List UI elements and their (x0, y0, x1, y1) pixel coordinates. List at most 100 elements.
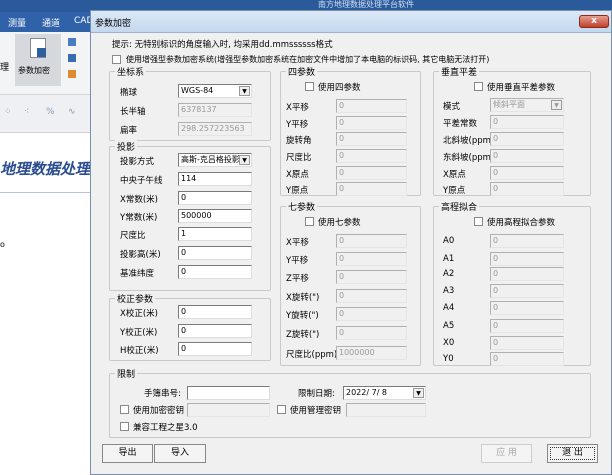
field-label: 椭球 (120, 88, 138, 98)
height-enable-checkbox[interactable] (474, 217, 483, 226)
field-value: 0 (339, 254, 345, 263)
serial-input[interactable] (187, 386, 270, 400)
chevron-down-icon[interactable]: ▼ (239, 155, 250, 165)
field-label: X0 (443, 338, 455, 348)
field-input: 0 (336, 166, 407, 180)
side-mark: o (0, 240, 5, 249)
field-input[interactable]: 0 (178, 324, 252, 338)
field-input: 0 (336, 326, 407, 340)
field-value: 0 (339, 134, 345, 143)
group-vert: 垂直平差 使用垂直平差参数 模式 倾斜平面 ▼ 平差常数 0 北斜坡(ppm) 0 东斜坡(ppm… (433, 65, 591, 196)
field-value: 0 (339, 151, 345, 160)
group-four: 四参数 使用四参数 X平移 0 Y平移 0 旋转角 0 尺度比 0 X原点 0 Y原点 0 (280, 65, 421, 196)
percent-tool-icon[interactable]: % (46, 107, 55, 117)
limit-date-picker[interactable]: 2022/ 7/ 8 ▼ (343, 386, 426, 400)
field-input: 0 (490, 132, 564, 146)
field-input: 0 (490, 301, 564, 315)
height-enable-label: 使用高程拟合参数 (487, 218, 556, 228)
field-value: 298.257223563 (181, 124, 245, 133)
field-label: Z旋转(") (286, 330, 320, 340)
field-select[interactable]: 高斯-克吕格投影 ▼ (178, 153, 252, 167)
admin-key-label: 使用管理密钥 (290, 406, 342, 416)
field-value: 0 (493, 354, 499, 363)
seven-enable-checkbox[interactable] (305, 217, 314, 226)
field-value: 0 (493, 151, 499, 160)
field-input: 0 (336, 270, 407, 284)
field-value: 0 (339, 309, 345, 318)
field-label: X旋转(") (286, 293, 320, 303)
field-value: 0 (493, 254, 499, 263)
field-input[interactable]: 500000 (178, 209, 252, 223)
group-title: 四参数 (286, 65, 318, 78)
field-label: 投影方式 (120, 157, 155, 167)
param-encrypt-ribbon-button[interactable]: 参数加密 (15, 34, 61, 86)
apply-button[interactable]: 应 用 (481, 444, 532, 463)
field-value: 0 (493, 303, 499, 312)
field-label: 基准纬度 (120, 269, 155, 279)
enhanced-encrypt-label: 使用增强型参数加密系统(增强型参数加密系统在加密文件中增加了本电脑的标识码, 其… (126, 55, 490, 64)
field-label: 北斜坡(ppm) (443, 136, 495, 146)
chevron-down-icon[interactable]: ▼ (239, 86, 250, 96)
chevron-down-icon[interactable]: ▼ (413, 388, 424, 398)
tab-channel[interactable]: 通道 (42, 16, 60, 29)
field-input[interactable]: 0 (178, 342, 252, 356)
group-limit: 限制 手簿串号: 限制日期: 2022/ 7/ 8 ▼ 使用加密密钥 使用管理密钥… (109, 367, 591, 438)
field-label: X常数(米) (120, 195, 158, 205)
dialog-title-bar[interactable]: 参数加密 x (91, 11, 611, 33)
compat-label: 兼容工程之星3.0 (133, 423, 198, 433)
limit-date-label: 限制日期: (298, 389, 335, 399)
field-select[interactable]: WGS-84 ▼ (178, 84, 252, 98)
field-value: 0 (181, 326, 187, 335)
field-label: 长半轴 (120, 107, 146, 117)
field-input[interactable]: 0 (178, 265, 252, 279)
field-input: 0 (490, 115, 564, 129)
field-label: A3 (443, 286, 455, 296)
field-label: 中央子午线 (120, 176, 163, 186)
field-input: 0 (490, 149, 564, 163)
field-value: 0 (339, 236, 345, 245)
point-tool-icon[interactable]: ⁘ (4, 107, 12, 117)
compat-checkbox[interactable] (120, 422, 129, 431)
field-input[interactable]: 0 (178, 305, 252, 319)
tool-icon[interactable] (68, 38, 76, 46)
four-enable-label: 使用四参数 (318, 83, 361, 93)
field-label: Y0 (443, 354, 454, 364)
line-tool-icon[interactable]: ∿ (68, 107, 76, 117)
report-icon[interactable] (68, 70, 76, 78)
export-button[interactable]: 导出 (102, 444, 153, 463)
field-label: A1 (443, 254, 455, 264)
field-value: 0 (493, 286, 499, 295)
field-input: 0 (336, 252, 407, 266)
save-icon[interactable] (68, 54, 76, 62)
field-value: 6378137 (181, 105, 217, 114)
field-input: 0 (336, 289, 407, 303)
field-label: X平移 (286, 103, 309, 113)
admin-key-checkbox[interactable] (277, 405, 286, 414)
field-label: 东斜坡(ppm) (443, 153, 495, 163)
field-input[interactable]: 0 (178, 191, 252, 205)
field-label: Y校正(米) (120, 328, 158, 338)
four-enable-checkbox[interactable] (305, 82, 314, 91)
group-title: 投影 (115, 140, 138, 153)
group-proj: 投影 投影方式 高斯-克吕格投影 ▼ 中央子午线 114 X常数(米) 0 Y常数(米) 5000… (109, 140, 271, 291)
tab-measure[interactable]: 测量 (8, 16, 26, 29)
import-button[interactable]: 导入 (154, 444, 206, 463)
field-input[interactable]: 114 (178, 172, 252, 186)
field-input[interactable]: 0 (178, 246, 252, 260)
vert-enable-label: 使用垂直平差参数 (487, 83, 556, 93)
field-label: Y旋转(") (286, 311, 319, 321)
field-label: A4 (443, 303, 455, 313)
close-button[interactable]: x (579, 15, 609, 28)
group-coord: 坐标系 椭球 WGS-84 ▼ 长半轴 6378137 扁率 298.257223563 (109, 65, 271, 141)
field-input: 0 (490, 182, 564, 196)
enhanced-encrypt-checkbox[interactable] (112, 55, 121, 64)
exit-button[interactable]: 退 出 (547, 444, 598, 463)
vert-enable-checkbox[interactable] (474, 82, 483, 91)
points-tool-icon[interactable]: ⁖ (24, 107, 29, 117)
field-value: 0 (181, 248, 187, 257)
field-input: 0 (336, 307, 407, 321)
group-title: 高程拟合 (439, 200, 480, 213)
enc-key-checkbox[interactable] (120, 405, 129, 414)
field-input[interactable]: 1 (178, 227, 252, 241)
field-label: 平差常数 (443, 119, 478, 129)
